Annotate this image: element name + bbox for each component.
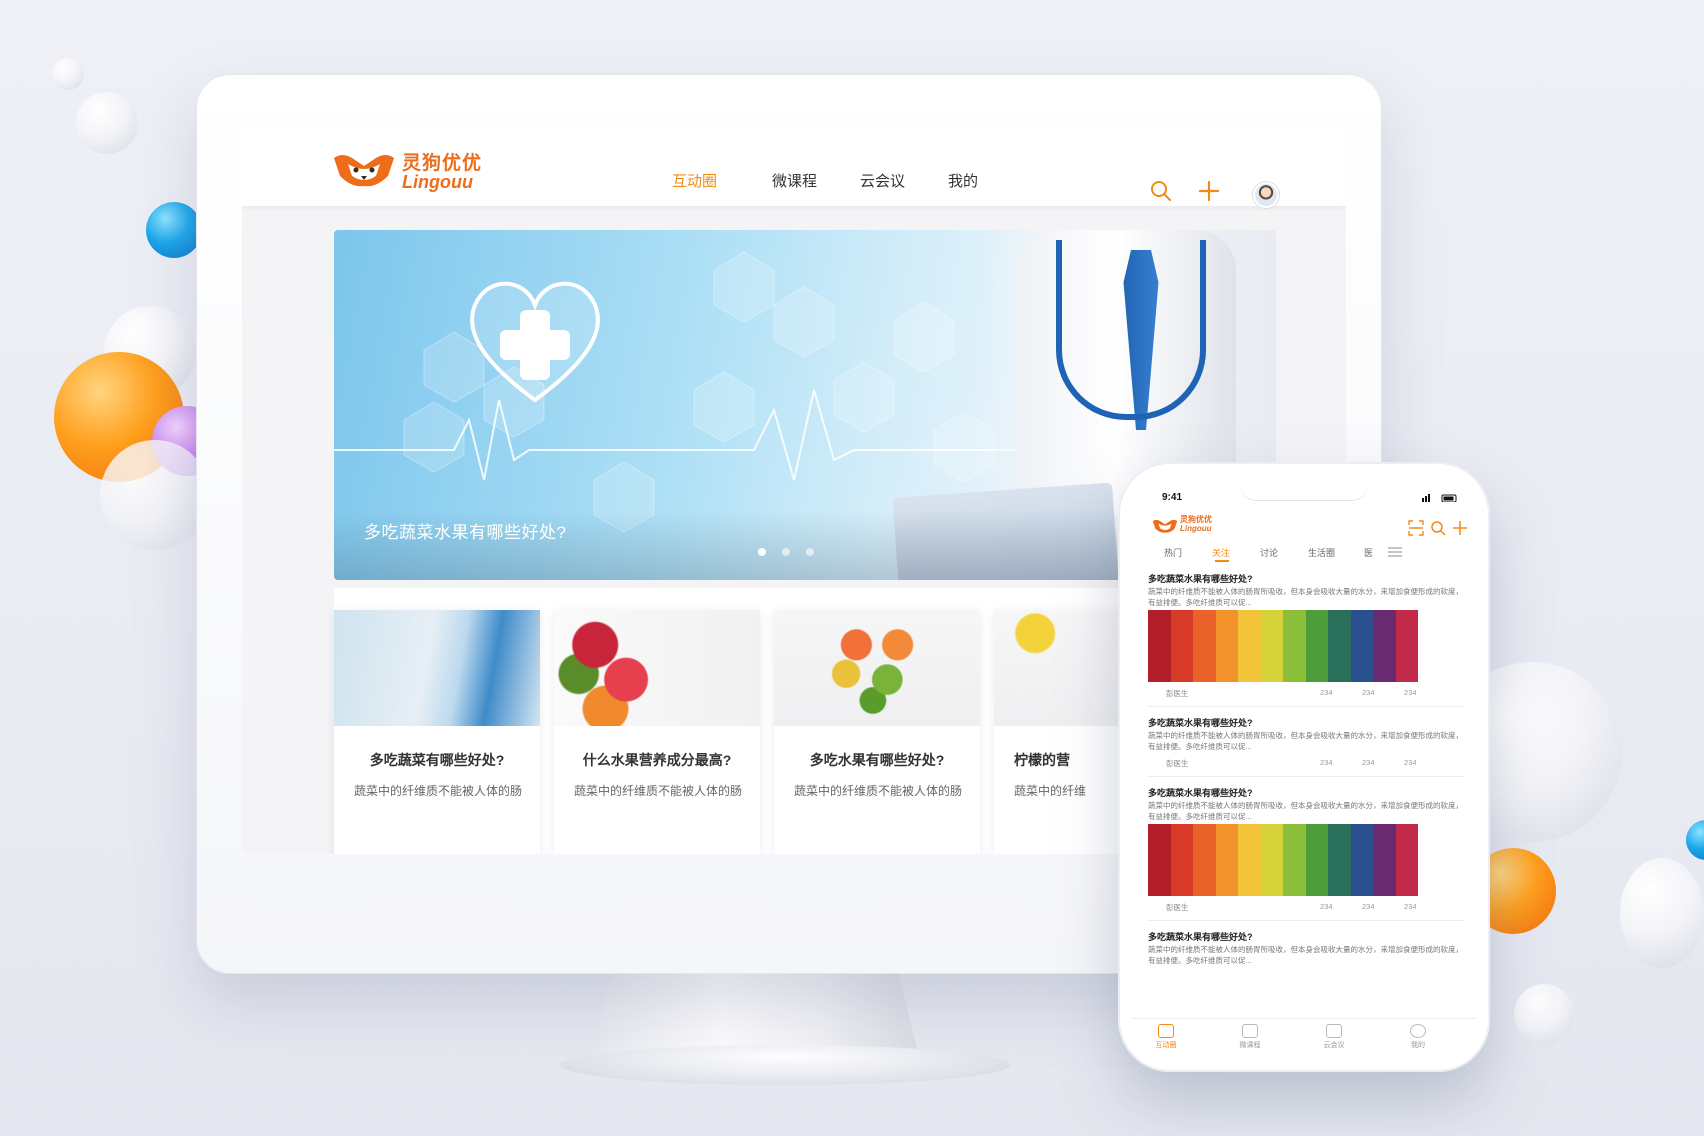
post-title[interactable]: 多吃蔬菜水果有哪些好处? — [1148, 572, 1253, 585]
carousel-dot[interactable] — [782, 548, 790, 556]
tab-hot[interactable]: 热门 — [1164, 546, 1182, 559]
post-comments[interactable]: 234 — [1362, 758, 1375, 767]
post-likes[interactable]: 234 — [1404, 688, 1417, 697]
desktop-header: 灵狗优优 Lingouu 互动圈 微课程 云会议 我的 — [242, 126, 1346, 208]
post-text: 蔬菜中的纤维质不能被人体的肠胃所吸收，但本身会吸收大量的水分，来增加食便形成的软… — [1148, 801, 1463, 821]
tabbar-item-micro-course[interactable]: 微课程 — [1230, 1024, 1270, 1050]
phone-notch — [1240, 478, 1368, 500]
card-image-fruits — [554, 610, 760, 726]
plus-icon[interactable] — [1452, 520, 1468, 536]
card-title: 多吃水果有哪些好处? — [809, 752, 945, 768]
post-image-fruits — [1148, 610, 1418, 682]
tabbar-item-mine[interactable]: 我的 — [1398, 1024, 1438, 1050]
post-text: 蔬菜中的纤维质不能被人体的肠胃所吸收，但本身会吸收大量的水分，来增加食便形成的软… — [1148, 587, 1463, 607]
post-image-fruits — [1148, 824, 1418, 896]
tabbar-item-cloud-meeting[interactable]: 云会议 — [1314, 1024, 1354, 1050]
card-excerpt: 蔬菜中的纤维 — [1014, 784, 1087, 798]
post-divider — [1148, 776, 1464, 777]
heart-cross-icon — [470, 281, 600, 403]
plus-icon[interactable] — [1198, 180, 1220, 202]
course-icon — [1242, 1024, 1258, 1038]
carousel-dot[interactable] — [758, 548, 766, 556]
post-author[interactable]: 彭医生 — [1166, 688, 1189, 699]
status-icons — [1422, 494, 1457, 502]
post-views: 234 — [1320, 902, 1333, 911]
menu-icon[interactable] — [1388, 546, 1402, 558]
carousel-dot[interactable] — [806, 548, 814, 556]
post-divider — [1148, 920, 1464, 921]
logo-icon — [334, 155, 394, 187]
phone-frame: 9:41 灵狗优优 Lingouu 热门 关注 讨论 生活圈 医 多吃蔬菜水果有… — [1118, 462, 1490, 1072]
nav-item-micro-course[interactable]: 微课程 — [772, 170, 817, 191]
post-title[interactable]: 多吃蔬菜水果有哪些好处? — [1148, 716, 1253, 729]
tabbar-label: 我的 — [1411, 1042, 1425, 1049]
mobile-screen: 9:41 灵狗优优 Lingouu 热门 关注 讨论 生活圈 医 多吃蔬菜水果有… — [1132, 478, 1476, 1058]
status-time: 9:41 — [1162, 492, 1183, 503]
tab-follow[interactable]: 关注 — [1212, 546, 1230, 559]
scan-icon[interactable] — [1408, 520, 1424, 536]
post-likes[interactable]: 234 — [1404, 758, 1417, 767]
decor-sphere — [1620, 858, 1704, 968]
post-views: 234 — [1320, 688, 1333, 697]
card-title: 多吃蔬菜有哪些好处? — [369, 752, 505, 768]
logo-text-en: Lingouu — [1180, 524, 1212, 533]
post-author[interactable]: 彭医生 — [1166, 902, 1189, 913]
tab-active-indicator — [1215, 560, 1229, 562]
post-divider — [1148, 706, 1464, 707]
post-title[interactable]: 多吃蔬菜水果有哪些好处? — [1148, 786, 1253, 799]
decor-sphere — [1686, 820, 1704, 860]
user-icon — [1410, 1024, 1426, 1038]
article-card[interactable]: 什么水果营养成分最高? 蔬菜中的纤维质不能被人体的肠 — [554, 610, 760, 854]
logo-text-en: Lingouu — [402, 172, 473, 192]
tabbar-label: 云会议 — [1323, 1042, 1345, 1049]
card-excerpt: 蔬菜中的纤维质不能被人体的肠 — [794, 784, 963, 798]
tab-discussion[interactable]: 讨论 — [1260, 546, 1278, 559]
article-card[interactable]: 多吃蔬菜有哪些好处? 蔬菜中的纤维质不能被人体的肠 — [334, 610, 540, 854]
card-image-doctor — [334, 610, 540, 726]
tabbar-label: 微课程 — [1239, 1042, 1261, 1049]
decor-sphere — [52, 58, 84, 90]
post-likes[interactable]: 234 — [1404, 902, 1417, 911]
tab-life-circle[interactable]: 生活圈 — [1308, 546, 1335, 559]
logo-text-cn: 灵狗优优 — [402, 153, 483, 174]
nav-item-cloud-meeting[interactable]: 云会议 — [860, 170, 905, 191]
card-excerpt: 蔬菜中的纤维质不能被人体的肠 — [354, 784, 523, 798]
nav-item-mine[interactable]: 我的 — [948, 170, 978, 191]
monitor-base — [560, 1045, 1010, 1085]
heartbeat-line — [334, 389, 1034, 481]
post-author[interactable]: 彭医生 — [1166, 758, 1189, 769]
tabbar-label: 互动圈 — [1155, 1042, 1177, 1049]
avatar[interactable] — [1253, 182, 1279, 208]
tab-medical[interactable]: 医 — [1364, 546, 1373, 559]
post-title[interactable]: 多吃蔬菜水果有哪些好处? — [1148, 930, 1253, 943]
search-icon[interactable] — [1150, 180, 1172, 202]
decor-sphere — [1514, 984, 1574, 1044]
banner-caption: 多吃蔬菜水果有哪些好处? — [364, 523, 567, 542]
post-text: 蔬菜中的纤维质不能被人体的肠胃所吸收，但本身会吸收大量的水分，来增加食便形成的软… — [1148, 731, 1463, 751]
decor-sphere — [76, 92, 138, 154]
decor-sphere — [146, 202, 202, 258]
nav-item-interaction-circle[interactable]: 互动圈 — [672, 170, 717, 191]
search-icon[interactable] — [1430, 520, 1446, 536]
card-title: 什么水果营养成分最高? — [582, 752, 732, 768]
stethoscope — [1056, 240, 1206, 420]
post-text: 蔬菜中的纤维质不能被人体的肠胃所吸收，但本身会吸收大量的水分，来增加食便形成的软… — [1148, 945, 1463, 965]
card-excerpt: 蔬菜中的纤维质不能被人体的肠 — [574, 784, 743, 798]
card-image-fruit-heart — [774, 610, 980, 726]
article-card[interactable]: 多吃水果有哪些好处? 蔬菜中的纤维质不能被人体的肠 — [774, 610, 980, 854]
logo-icon — [1152, 519, 1178, 533]
post-comments[interactable]: 234 — [1362, 902, 1375, 911]
tabbar-item-interaction-circle[interactable]: 互动圈 — [1146, 1024, 1186, 1050]
decor-sphere — [100, 440, 210, 550]
post-comments[interactable]: 234 — [1362, 688, 1375, 697]
meeting-icon — [1326, 1024, 1342, 1038]
interaction-icon — [1158, 1024, 1174, 1038]
post-views: 234 — [1320, 758, 1333, 767]
